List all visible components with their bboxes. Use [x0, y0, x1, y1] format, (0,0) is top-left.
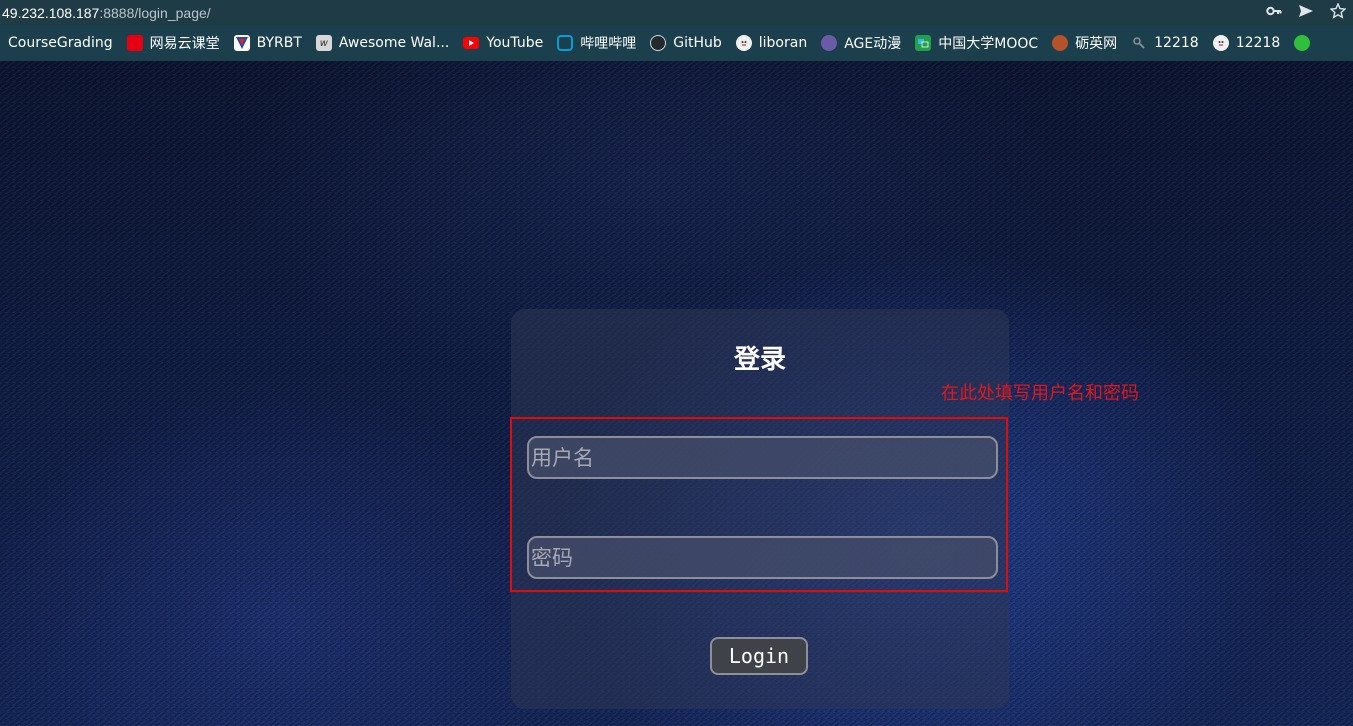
bookmark-12218-b[interactable]: 12218 — [1212, 35, 1281, 51]
bookmark-awesome-wallpaper[interactable]: w Awesome Wal... — [315, 35, 450, 51]
bookmark-byrbt[interactable]: BYRBT — [233, 35, 302, 51]
avatar-icon — [1212, 35, 1229, 51]
bookmark-label: BYRBT — [256, 35, 302, 51]
bookmark-liying[interactable]: 砺英网 — [1052, 33, 1117, 53]
bookmark-youtube[interactable]: YouTube — [463, 35, 543, 51]
login-button[interactable]: Login — [710, 637, 808, 675]
byrbt-icon — [233, 35, 250, 51]
wallpaper-icon: w — [315, 35, 332, 51]
bookmark-12218-a[interactable]: 12218 — [1131, 35, 1199, 51]
address-bar[interactable]: 49.232.108.187:8888/login_page/ — [0, 0, 1353, 25]
bookmark-liboran[interactable]: liboran — [735, 35, 808, 51]
bookmark-mooc[interactable]: 中国大学MOOC — [915, 33, 1038, 53]
url-path: :8888/login_page/ — [99, 4, 211, 21]
bookmark-label: YouTube — [486, 35, 544, 51]
netease-study-icon — [126, 35, 143, 51]
bookmark-label: 哔哩哔哩 — [580, 36, 637, 52]
bookmark-label: 网易云课堂 — [149, 36, 220, 52]
github-icon — [650, 35, 667, 51]
bookmark-github[interactable]: GitHub — [650, 35, 722, 51]
bookmark-bilibili[interactable]: 哔哩哔哩 — [557, 33, 636, 53]
key-icon[interactable] — [1265, 3, 1283, 23]
bookmark-coursegrading[interactable]: CourseGrading — [8, 35, 113, 51]
bookmark-label: 中国大学MOOC — [938, 36, 1039, 52]
mooc-icon — [915, 35, 932, 51]
liying-icon — [1052, 35, 1069, 51]
bookmark-label: GitHub — [673, 35, 722, 51]
bilibili-icon — [557, 35, 574, 51]
bookmark-label: 12218 — [1235, 35, 1281, 51]
bookmark-age-anime[interactable]: AGE动漫 — [821, 33, 901, 53]
youtube-icon — [463, 37, 480, 49]
avatar-icon — [735, 35, 752, 51]
bookmark-netease-study[interactable]: 网易云课堂 — [126, 33, 220, 53]
age-anime-icon — [821, 35, 838, 51]
bookmark-label: CourseGrading — [8, 35, 113, 51]
bookmark-label: 砺英网 — [1075, 36, 1118, 52]
url-host: 49.232.108.187 — [2, 4, 100, 21]
overflow-bookmark-icon — [1294, 35, 1311, 51]
url-text[interactable]: 49.232.108.187:8888/login_page/ — [0, 5, 211, 21]
bookmark-label: liboran — [758, 35, 808, 51]
bookmark-label: Awesome Wal... — [338, 35, 450, 51]
star-icon[interactable] — [1329, 1, 1347, 23]
bookmark-label: AGE动漫 — [844, 36, 902, 52]
send-icon[interactable] — [1297, 3, 1315, 23]
bookmark-icon — [1131, 35, 1147, 51]
bookmark-label: 12218 — [1154, 35, 1199, 51]
bookmarks-bar: CourseGrading 网易云课堂 BYRBT w Awesome Wal.… — [0, 25, 1353, 61]
login-title: 登录 — [733, 345, 786, 375]
annotation-box — [510, 417, 1008, 592]
bookmark-overflow[interactable] — [1294, 35, 1317, 51]
annotation-text: 在此处填写用户名和密码 — [941, 383, 1139, 404]
